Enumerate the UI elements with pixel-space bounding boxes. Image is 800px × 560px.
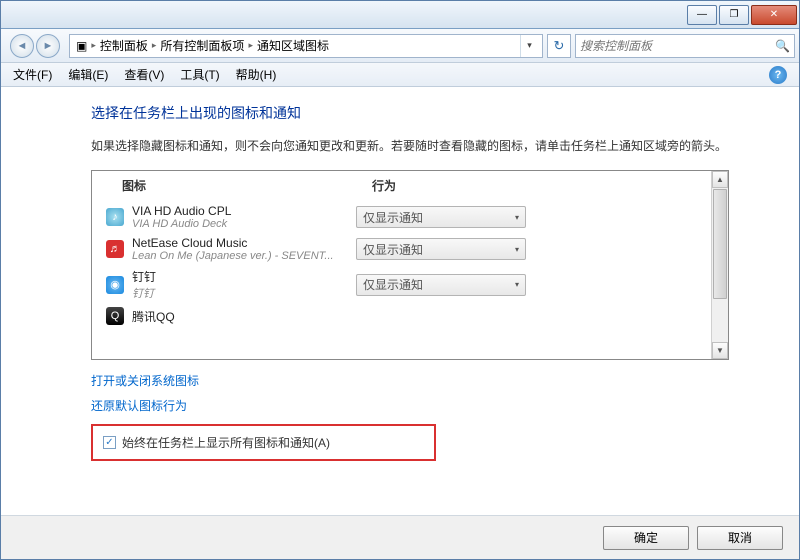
item-name: 钉钉 (132, 268, 356, 285)
breadcrumb[interactable]: 通知区域图标 (255, 37, 331, 54)
item-subtitle: 钉钉 (132, 285, 356, 301)
maximize-button[interactable]: ❐ (719, 5, 749, 25)
titlebar: — ❐ ✕ (1, 1, 799, 29)
breadcrumb-root-icon[interactable]: ▣ (74, 39, 89, 53)
menubar: 文件(F) 编辑(E) 查看(V) 工具(T) 帮助(H) ? (1, 63, 799, 87)
help-icon[interactable]: ? (769, 66, 787, 84)
dropdown-value: 仅显示通知 (363, 276, 423, 293)
behavior-dropdown[interactable]: 仅显示通知 ▾ (356, 274, 526, 296)
dialog-footer: 确定 取消 (1, 515, 799, 559)
always-show-label: 始终在任务栏上显示所有图标和通知(A) (122, 434, 330, 451)
forward-button[interactable]: ► (36, 34, 60, 58)
chevron-down-icon: ▾ (515, 280, 519, 289)
page-description: 如果选择隐藏图标和通知，则不会向您通知更改和更新。若要随时查看隐藏的图标，请单击… (91, 137, 729, 156)
address-dropdown-icon[interactable]: ▾ (520, 35, 538, 57)
refresh-button[interactable]: ↻ (547, 34, 571, 58)
app-icon: ◉ (106, 276, 124, 294)
content-area: 选择在任务栏上出现的图标和通知 如果选择隐藏图标和通知，则不会向您通知更改和更新… (1, 87, 799, 517)
menu-view[interactable]: 查看(V) (116, 66, 172, 83)
search-input[interactable] (580, 39, 775, 53)
menu-help[interactable]: 帮助(H) (228, 66, 285, 83)
app-icon: ♬ (106, 240, 124, 258)
list-body: ♪ VIA HD Audio CPLVIA HD Audio Deck 仅显示通知 ▾… (92, 201, 728, 356)
item-subtitle: Lean On Me (Japanese ver.) - SEVENT... (132, 250, 356, 262)
navbar: ◄ ► ▣ ▸ 控制面板 ▸ 所有控制面板项 ▸ 通知区域图标 ▾ ↻ 🔍 (1, 29, 799, 63)
control-panel-window: — ❐ ✕ ◄ ► ▣ ▸ 控制面板 ▸ 所有控制面板项 ▸ 通知区域图标 ▾ … (0, 0, 800, 560)
column-action: 行为 (372, 177, 716, 194)
list-item: ♪ VIA HD Audio CPLVIA HD Audio Deck 仅显示通知 ▾ (92, 201, 728, 233)
address-bar[interactable]: ▣ ▸ 控制面板 ▸ 所有控制面板项 ▸ 通知区域图标 ▾ (69, 34, 543, 58)
scrollbar[interactable]: ▲ ▼ (711, 171, 728, 359)
nav-arrows: ◄ ► (5, 33, 65, 59)
dropdown-value: 仅显示通知 (363, 209, 423, 226)
item-name: 腾讯QQ (132, 308, 356, 325)
close-button[interactable]: ✕ (751, 5, 797, 25)
always-show-checkbox[interactable]: ✓ (103, 436, 116, 449)
notification-list: 图标 行为 ♪ VIA HD Audio CPLVIA HD Audio Deck… (91, 170, 729, 360)
link-restore-defaults[interactable]: 还原默认图标行为 (91, 397, 187, 414)
chevron-right-icon: ▸ (150, 40, 159, 51)
item-text: 钉钉钉钉 (132, 268, 356, 301)
app-icon: Q (106, 307, 124, 325)
item-text: VIA HD Audio CPLVIA HD Audio Deck (132, 204, 356, 230)
back-button[interactable]: ◄ (10, 34, 34, 58)
chevron-down-icon: ▾ (515, 245, 519, 254)
list-item: ♬ NetEase Cloud MusicLean On Me (Japanese… (92, 233, 728, 265)
link-system-icons[interactable]: 打开或关闭系统图标 (91, 372, 199, 389)
item-text: NetEase Cloud MusicLean On Me (Japanese … (132, 236, 356, 262)
list-item: ◉ 钉钉钉钉仅显示通知 ▾ (92, 265, 728, 304)
search-box[interactable]: 🔍 (575, 34, 795, 58)
list-item: Q 腾讯QQ (92, 304, 728, 328)
item-name: NetEase Cloud Music (132, 236, 356, 250)
always-show-highlight: ✓ 始终在任务栏上显示所有图标和通知(A) (91, 424, 436, 461)
menu-file[interactable]: 文件(F) (5, 66, 60, 83)
dropdown-value: 仅显示通知 (363, 241, 423, 258)
scroll-down-button[interactable]: ▼ (712, 342, 728, 359)
item-name: VIA HD Audio CPL (132, 204, 356, 218)
item-action-cell: 仅显示通知 ▾ (356, 274, 716, 296)
minimize-button[interactable]: — (687, 5, 717, 25)
chevron-down-icon: ▾ (515, 213, 519, 222)
chevron-right-icon: ▸ (246, 40, 255, 51)
chevron-right-icon: ▸ (89, 40, 98, 51)
item-text: 腾讯QQ (132, 308, 356, 325)
item-action-cell: 仅显示通知 ▾ (356, 238, 716, 260)
menu-edit[interactable]: 编辑(E) (60, 66, 116, 83)
scroll-up-button[interactable]: ▲ (712, 171, 728, 188)
app-icon: ♪ (106, 208, 124, 226)
menu-tools[interactable]: 工具(T) (172, 66, 227, 83)
breadcrumb[interactable]: 所有控制面板项 (158, 37, 246, 54)
behavior-dropdown[interactable]: 仅显示通知 ▾ (356, 206, 526, 228)
item-action-cell: 仅显示通知 ▾ (356, 206, 716, 228)
page-title: 选择在任务栏上出现的图标和通知 (91, 103, 729, 123)
search-icon[interactable]: 🔍 (775, 39, 790, 53)
column-icon: 图标 (122, 177, 372, 194)
scroll-thumb[interactable] (713, 189, 727, 299)
behavior-dropdown[interactable]: 仅显示通知 ▾ (356, 238, 526, 260)
ok-button[interactable]: 确定 (603, 526, 689, 550)
list-header: 图标 行为 (92, 171, 728, 201)
item-subtitle: VIA HD Audio Deck (132, 218, 356, 230)
breadcrumb[interactable]: 控制面板 (98, 37, 150, 54)
cancel-button[interactable]: 取消 (697, 526, 783, 550)
